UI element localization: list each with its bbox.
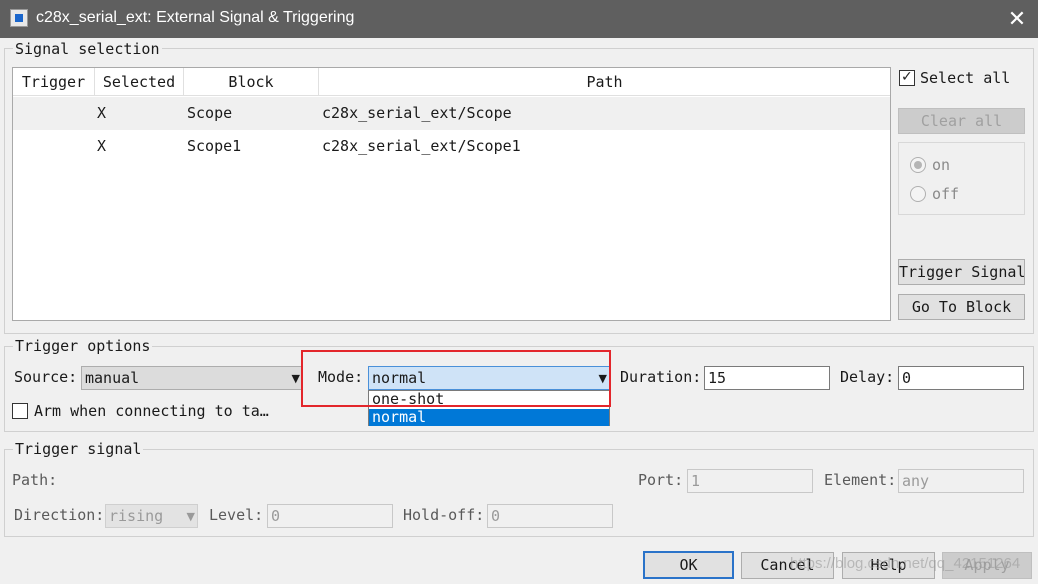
element-input[interactable]: any <box>898 469 1024 493</box>
window-title: c28x_serial_ext: External Signal & Trigg… <box>36 9 355 26</box>
delay-label: Delay: <box>840 368 895 386</box>
arm-checkbox[interactable] <box>12 403 28 419</box>
radio-off[interactable] <box>910 186 926 202</box>
column-header-block[interactable]: Block <box>184 68 319 96</box>
title-bar: c28x_serial_ext: External Signal & Trigg… <box>0 0 1038 38</box>
row-selected-cell: X <box>97 104 107 122</box>
select-all-checkbox[interactable] <box>899 69 915 86</box>
radio-off-label[interactable]: off <box>932 185 959 203</box>
trigger-options-label: Trigger options <box>13 337 153 355</box>
clear-all-button[interactable]: Clear all <box>898 108 1025 134</box>
trigger-state-radio-group <box>898 142 1025 215</box>
column-header-selected[interactable]: Selected <box>95 68 184 96</box>
level-label: Level: <box>209 506 264 524</box>
simulink-app-icon <box>10 9 28 27</box>
mode-option-normal[interactable]: normal <box>369 409 609 426</box>
row-selected-cell: X <box>97 137 107 155</box>
chevron-down-icon: ▼ <box>291 372 300 385</box>
column-header-trigger[interactable]: Trigger <box>13 68 95 96</box>
column-header-path[interactable]: Path <box>319 68 890 96</box>
go-to-block-button[interactable]: Go To Block <box>898 294 1025 320</box>
duration-input[interactable]: 15 <box>704 366 830 390</box>
element-label: Element: <box>824 471 897 489</box>
source-select-value: manual <box>85 369 140 387</box>
signal-table[interactable]: Trigger Selected Block Path X Scope c28x… <box>12 67 891 321</box>
trigger-signal-label: Trigger signal <box>13 440 144 458</box>
level-input[interactable]: 0 <box>267 504 393 528</box>
close-icon[interactable]: ✕ <box>1002 4 1032 34</box>
row-path-cell: c28x_serial_ext/Scope <box>322 104 512 122</box>
table-row[interactable]: X Scope c28x_serial_ext/Scope <box>13 97 890 130</box>
row-path-cell: c28x_serial_ext/Scope1 <box>322 137 521 155</box>
delay-input[interactable]: 0 <box>898 366 1024 390</box>
trigger-signal-button[interactable]: Trigger Signal <box>898 259 1025 285</box>
ok-button[interactable]: OK <box>643 551 734 579</box>
holdoff-input[interactable]: 0 <box>487 504 613 528</box>
signal-selection-label: Signal selection <box>13 40 162 58</box>
row-block-cell: Scope1 <box>187 137 242 155</box>
direction-select[interactable]: rising ▼ <box>105 504 198 528</box>
direction-label: Direction: <box>14 506 105 524</box>
port-label: Port: <box>638 471 684 489</box>
chevron-down-icon: ▼ <box>186 510 195 523</box>
annotation-highlight-box <box>301 350 611 407</box>
source-select[interactable]: manual ▼ <box>81 366 303 390</box>
radio-on[interactable] <box>910 157 926 173</box>
row-block-cell: Scope <box>187 104 233 122</box>
select-all-label[interactable]: Select all <box>920 69 1010 87</box>
holdoff-label: Hold-off: <box>403 506 485 524</box>
direction-select-value: rising <box>109 507 164 525</box>
port-input[interactable]: 1 <box>687 469 813 493</box>
table-row[interactable]: X Scope1 c28x_serial_ext/Scope1 <box>13 130 890 163</box>
radio-on-label[interactable]: on <box>932 156 950 174</box>
path-label: Path: <box>12 471 58 489</box>
duration-label: Duration: <box>620 368 702 386</box>
arm-label[interactable]: Arm when connecting to ta… <box>34 402 269 420</box>
watermark-text: https://blog.csdn.net/qq_42151264 <box>790 555 1021 572</box>
source-label: Source: <box>14 368 78 386</box>
